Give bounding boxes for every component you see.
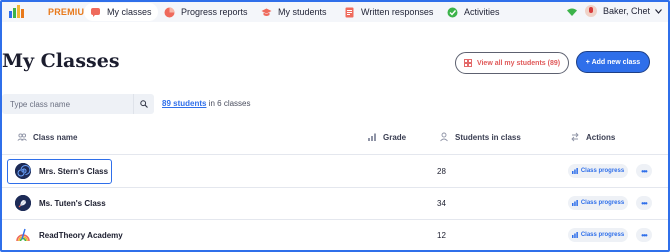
nav-label: Written responses xyxy=(361,7,434,17)
wifi-icon xyxy=(567,8,577,16)
user-menu[interactable]: Baker, Chet xyxy=(585,5,662,17)
class-search xyxy=(2,94,154,114)
students-count: 34 xyxy=(437,199,446,208)
class-progress-button[interactable]: Class progress xyxy=(568,228,628,242)
divider xyxy=(2,154,668,155)
more-options-button[interactable]: ••• xyxy=(636,164,652,178)
class-name: ReadTheory Academy xyxy=(39,230,123,240)
students-count: 12 xyxy=(437,231,446,240)
window-frame xyxy=(0,0,670,252)
check-icon xyxy=(447,7,458,18)
table-row-class-name[interactable]: Mrs. Stern's Class xyxy=(15,163,108,179)
nav-my-classes[interactable]: My classes xyxy=(84,3,158,21)
class-progress-button[interactable]: Class progress xyxy=(568,164,628,178)
table-row-class-name[interactable]: ReadTheory Academy xyxy=(15,227,123,243)
user-avatar xyxy=(585,5,597,17)
students-grid-icon xyxy=(463,59,472,67)
nav-label: Activities xyxy=(464,7,500,17)
bar-chart-icon xyxy=(571,168,578,174)
add-new-class-button[interactable]: + Add new class xyxy=(576,51,650,73)
view-all-students-button[interactable]: View all my students (89) xyxy=(455,52,569,74)
class-name: Ms. Tuten's Class xyxy=(39,198,106,208)
chart-icon xyxy=(164,7,175,18)
user-icon xyxy=(439,132,449,142)
app-logo-icon[interactable] xyxy=(8,3,26,19)
class-search-input[interactable] xyxy=(2,98,140,110)
table-row-class-name[interactable]: Ms. Tuten's Class xyxy=(15,195,106,211)
header-label: Students in class xyxy=(455,132,521,142)
search-button[interactable] xyxy=(133,94,154,114)
class-avatar-spiral-icon xyxy=(15,163,31,179)
chevron-down-icon xyxy=(655,6,662,16)
students-icon xyxy=(261,7,272,18)
header-label: Actions xyxy=(586,132,616,142)
class-progress-label: Class progress xyxy=(580,168,625,174)
classes-count-text: in 6 classes xyxy=(208,99,251,108)
nav-label: My students xyxy=(278,7,327,17)
nav-written-responses[interactable]: Written responses xyxy=(338,3,439,21)
view-all-students-label: View all my students (89) xyxy=(476,59,561,67)
class-progress-button[interactable]: Class progress xyxy=(568,196,628,210)
nav-my-students[interactable]: My students xyxy=(255,3,333,21)
top-nav: PREMIUM My classes Progress reports My s… xyxy=(2,2,668,22)
page-title: My Classes xyxy=(2,50,120,72)
swap-icon xyxy=(570,132,580,142)
nav-progress-reports[interactable]: Progress reports xyxy=(158,3,254,21)
bar-chart-icon xyxy=(571,232,578,238)
add-new-class-label: + Add new class xyxy=(585,58,641,66)
col-header-grade[interactable]: Grade xyxy=(367,132,406,142)
divider xyxy=(2,219,668,220)
class-progress-label: Class progress xyxy=(580,200,625,206)
nav-activities[interactable]: Activities xyxy=(441,3,506,21)
nav-label: My classes xyxy=(107,7,152,17)
header-label: Class name xyxy=(33,132,78,142)
students-summary: 89 students in 6 classes xyxy=(162,99,251,108)
col-header-students[interactable]: Students in class xyxy=(439,132,521,142)
class-avatar-rocket-icon xyxy=(15,195,31,211)
users-icon xyxy=(17,132,27,142)
nav-label: Progress reports xyxy=(181,7,248,17)
class-avatar-rainbow-icon xyxy=(15,227,31,243)
divider xyxy=(2,187,668,188)
user-name: Baker, Chet xyxy=(603,6,651,16)
header-label: Grade xyxy=(383,132,407,142)
col-header-class-name[interactable]: Class name xyxy=(17,132,77,142)
class-name: Mrs. Stern's Class xyxy=(39,166,109,176)
col-header-actions: Actions xyxy=(570,132,615,142)
document-icon xyxy=(344,7,355,18)
more-options-button[interactable]: ••• xyxy=(636,228,652,242)
more-options-button[interactable]: ••• xyxy=(636,196,652,210)
bar-chart-icon xyxy=(571,200,578,206)
students-count-link[interactable]: 89 students xyxy=(162,99,206,108)
chat-icon xyxy=(90,7,101,18)
students-count: 28 xyxy=(437,167,446,176)
search-icon xyxy=(140,100,148,108)
bar-chart-icon xyxy=(367,132,377,142)
class-progress-label: Class progress xyxy=(580,232,625,238)
